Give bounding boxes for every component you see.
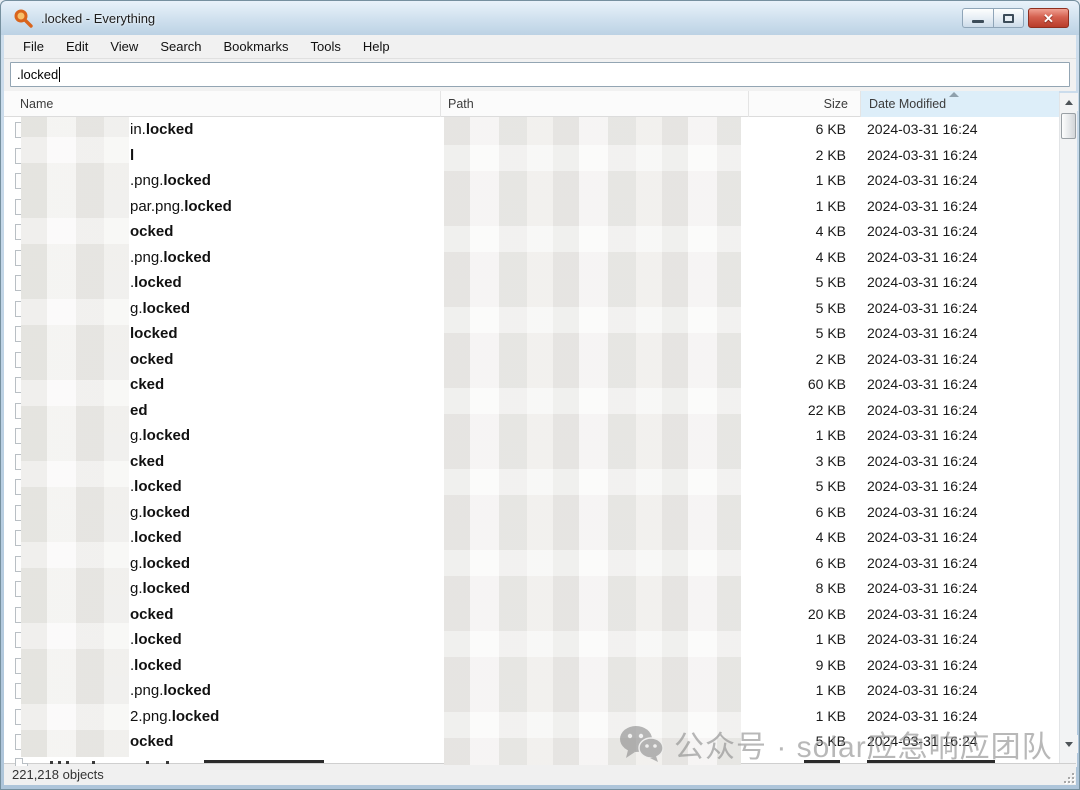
menu-item-view[interactable]: View [99,36,149,57]
search-query-text: .locked [17,67,58,82]
file-name: .locked [130,525,182,551]
column-header-size[interactable]: Size [749,91,861,117]
file-name: .locked [130,653,182,679]
window-title: .locked - Everything [41,11,155,26]
path-redaction-blur [444,117,741,765]
close-button[interactable]: ✕ [1028,8,1069,28]
menu-bar: FileEditViewSearchBookmarksToolsHelp [4,35,1076,59]
menu-item-help[interactable]: Help [352,36,401,57]
close-icon: ✕ [1043,12,1054,25]
file-name: par.png.locked [130,194,232,220]
file-icon [15,758,28,766]
column-header-date-modified[interactable]: Date Modified [861,91,1059,117]
column-header-path[interactable]: Path [441,91,749,117]
file-date: 2024-03-31 16:24 [867,270,978,296]
file-date: 2024-03-31 16:24 [867,398,978,424]
file-date: 2024-03-31 16:24 [867,194,978,220]
file-name: in.locked [130,117,193,143]
menu-item-file[interactable]: File [12,36,55,57]
file-date: 2024-03-31 16:24 [867,602,978,628]
file-date: 2024-03-31 16:24 [867,729,978,755]
file-name: .locked [130,627,182,653]
scrollbar-thumb[interactable] [1061,113,1076,139]
file-name: .png.locked [130,678,211,704]
file-date: 2024-03-31 16:24 [867,423,978,449]
search-bar: .locked [4,59,1076,91]
file-date: 2024-03-31 16:24 [867,143,978,169]
file-date: 2024-03-31 16:24 [867,296,978,322]
arrow-down-icon [1065,742,1073,747]
file-date: 2024-03-31 16:24 [867,551,978,577]
file-date: 2024-03-31 16:24 [867,704,978,730]
file-name: .png.locked [130,168,211,194]
file-name: locked [130,321,178,347]
screen: .locked - Everything ✕ FileEditViewSearc… [0,0,1080,790]
name-redaction-blur [21,117,129,757]
object-count: 221,218 objects [12,767,104,782]
status-bar: 221,218 objects [4,763,1076,785]
file-name: .locked [130,270,182,296]
maximize-button[interactable] [993,8,1024,28]
file-date: 2024-03-31 16:24 [867,653,978,679]
file-date: 2024-03-31 16:24 [867,678,978,704]
file-date: 2024-03-31 16:24 [867,525,978,551]
text-caret [59,67,60,82]
file-date: 2024-03-31 16:24 [867,500,978,526]
file-name: .png.locked [130,245,211,271]
column-header-row: Name Path Size Date Modified [4,91,1059,117]
file-date: 2024-03-31 16:24 [867,576,978,602]
maximize-icon [1003,14,1014,23]
sort-ascending-icon [949,92,959,97]
minimize-icon [972,20,984,23]
file-name: g.locked [130,551,190,577]
file-date: 2024-03-31 16:24 [867,474,978,500]
scrollbar-up-button[interactable] [1060,93,1078,111]
minimize-button[interactable] [962,8,993,28]
menu-item-bookmarks[interactable]: Bookmarks [213,36,300,57]
vertical-scrollbar[interactable] [1059,93,1077,767]
everything-search-icon [13,8,33,28]
file-date: 2024-03-31 16:24 [867,117,978,143]
menu-item-tools[interactable]: Tools [300,36,352,57]
file-name: .locked [130,474,182,500]
resize-grip[interactable] [1062,771,1074,783]
file-name: g.locked [130,500,190,526]
scrollbar-down-button[interactable] [1060,735,1078,753]
file-name: l [130,143,134,169]
file-date: 2024-03-31 16:24 [867,219,978,245]
file-name: ocked [130,602,173,628]
menu-item-edit[interactable]: Edit [55,36,99,57]
title-bar[interactable]: .locked - Everything ✕ [1,1,1079,35]
file-date: 2024-03-31 16:24 [867,347,978,373]
file-date: 2024-03-31 16:24 [867,168,978,194]
results-list: in.locked6 KB2024-03-31 16:24l2 KB2024-0… [4,117,1059,767]
file-name: g.locked [130,423,190,449]
file-date: 2024-03-31 16:24 [867,245,978,271]
file-name: ocked [130,219,173,245]
menu-item-search[interactable]: Search [149,36,212,57]
file-name: 2.png.locked [130,704,219,730]
file-date: 2024-03-31 16:24 [867,372,978,398]
window-controls: ✕ [962,8,1069,28]
file-date: 2024-03-31 16:24 [867,627,978,653]
file-name: ocked [130,347,173,373]
everything-window: .locked - Everything ✕ FileEditViewSearc… [0,0,1080,790]
file-date: 2024-03-31 16:24 [867,449,978,475]
column-header-name[interactable]: Name [4,91,441,117]
file-name: ed [130,398,148,424]
file-name: ocked [130,729,173,755]
file-date: 2024-03-31 16:24 [867,321,978,347]
arrow-up-icon [1065,100,1073,105]
search-input[interactable]: .locked [10,62,1070,87]
file-name: cked [130,372,164,398]
file-name: cked [130,449,164,475]
file-name: g.locked [130,576,190,602]
file-name: g.locked [130,296,190,322]
